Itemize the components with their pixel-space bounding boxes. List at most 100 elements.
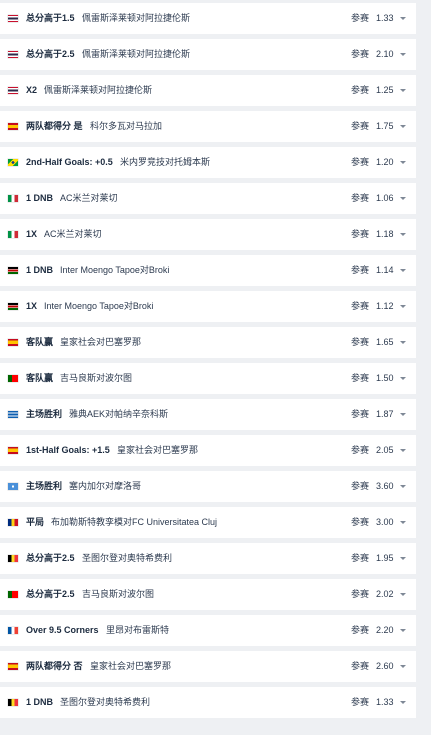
chevron-down-icon[interactable] xyxy=(400,125,406,128)
chevron-down-icon[interactable] xyxy=(400,161,406,164)
chevron-down-icon[interactable] xyxy=(400,629,406,632)
param-label: 参赛 xyxy=(351,553,370,563)
bet-type: 总分高于2.5 xyxy=(26,589,75,599)
param-label: 参赛 xyxy=(351,373,370,383)
odds-value[interactable]: 1.33 xyxy=(376,3,394,34)
param-label: 参赛 xyxy=(351,13,370,23)
odds-value[interactable]: 1.75 xyxy=(376,111,394,142)
match-name: 科尔多瓦对马拉加 xyxy=(90,121,163,131)
bet-type: Over 9.5 Corners xyxy=(26,625,99,635)
bet-type: 两队都得分 是 xyxy=(26,121,83,131)
match-name: 雅典AEK对帕纳辛奈科斯 xyxy=(69,409,169,419)
odds-value[interactable]: 2.02 xyxy=(376,579,394,610)
chevron-down-icon[interactable] xyxy=(400,197,406,200)
param-label: 参赛 xyxy=(351,625,370,635)
param-label: 参赛 xyxy=(351,49,370,59)
match-name: 布加勒斯特教孪模对FC Universitatea Cluj xyxy=(51,517,218,527)
chevron-down-icon[interactable] xyxy=(400,341,406,344)
odds-value[interactable]: 1.33 xyxy=(376,687,394,718)
bet-row[interactable]: X2 佩雷斯泽莱顿对阿拉捷伦斯 参赛 1.25 xyxy=(0,75,416,106)
chevron-down-icon[interactable] xyxy=(400,449,406,452)
bet-type: 主场胜利 xyxy=(26,409,63,419)
bet-row[interactable]: 总分高于2.5 吉马良斯对波尔图 参赛 2.02 xyxy=(0,579,416,610)
bet-row[interactable]: 平局 布加勒斯特教孪模对FC Universitatea Cluj 参赛 3.00 xyxy=(0,507,416,538)
bet-row[interactable]: 1 DNB AC米兰对莱切 参赛 1.06 xyxy=(0,183,416,214)
param-label: 参赛 xyxy=(351,337,370,347)
chevron-down-icon[interactable] xyxy=(400,377,406,380)
bet-type: 平局 xyxy=(26,517,45,527)
odds-value[interactable]: 1.50 xyxy=(376,363,394,394)
bet-row[interactable]: 两队都得分 是科尔多瓦对马拉加 参赛 1.75 xyxy=(0,111,416,142)
chevron-down-icon[interactable] xyxy=(400,89,406,92)
chevron-down-icon[interactable] xyxy=(400,413,406,416)
spain-flag-icon xyxy=(8,663,18,670)
chevron-down-icon[interactable] xyxy=(400,233,406,236)
france-flag-icon xyxy=(8,627,18,634)
chevron-down-icon[interactable] xyxy=(400,557,406,560)
chevron-down-icon[interactable] xyxy=(400,665,406,668)
chevron-down-icon[interactable] xyxy=(400,269,406,272)
param-label: 参赛 xyxy=(351,265,370,275)
chevron-down-icon[interactable] xyxy=(400,521,406,524)
bet-type: 1X xyxy=(26,229,38,239)
portugal-flag-icon xyxy=(8,375,18,382)
bet-row[interactable]: 客队赢 吉马良斯对波尔图 参赛 1.50 xyxy=(0,363,416,394)
chevron-down-icon[interactable] xyxy=(400,485,406,488)
spain-flag-icon xyxy=(8,123,18,130)
odds-value[interactable]: 1.18 xyxy=(376,219,394,250)
bet-row[interactable]: 总分高于2.5 圣图尔登对奥特希费利 参赛 1.95 xyxy=(0,543,416,574)
bet-type: 主场胜利 xyxy=(26,481,63,491)
thailand-flag-icon xyxy=(8,51,18,58)
bet-type: 1 DNB xyxy=(26,193,54,203)
odds-value[interactable]: 1.20 xyxy=(376,147,394,178)
spain-flag-icon xyxy=(8,339,18,346)
odds-value[interactable]: 1.12 xyxy=(376,291,394,322)
bet-row[interactable]: 主场胜利 塞内加尔对摩洛哥 参赛 3.60 xyxy=(0,471,416,502)
bet-row[interactable]: 两队都得分 否皇家社会对巴塞罗那 参赛 2.60 xyxy=(0,651,416,682)
chevron-down-icon[interactable] xyxy=(400,593,406,596)
bet-row[interactable]: 总分高于2.5 佩雷斯泽莱顿对阿拉捷伦斯 参赛 2.10 xyxy=(0,39,416,70)
odds-value[interactable]: 1.14 xyxy=(376,255,394,286)
match-name: 佩雷斯泽莱顿对阿拉捷伦斯 xyxy=(82,49,191,59)
param-label: 参赛 xyxy=(351,409,370,419)
bet-type: 1 DNB xyxy=(26,697,54,707)
bet-row[interactable]: 1 DNB Inter Moengo Tapoe对Broki 参赛 1.14 xyxy=(0,255,416,286)
bet-row[interactable]: 1 DNB 圣图尔登对奥特希费利 参赛 1.33 xyxy=(0,687,416,718)
odds-value[interactable]: 2.60 xyxy=(376,651,394,682)
param-label: 参赛 xyxy=(351,301,370,311)
match-name: 里昂对布雷斯特 xyxy=(106,625,170,635)
match-name: 吉马良斯对波尔图 xyxy=(60,373,133,383)
match-name: 米内罗竞技对托姆本斯 xyxy=(120,157,211,167)
odds-value[interactable]: 2.10 xyxy=(376,39,394,70)
bet-row[interactable]: 主场胜利 雅典AEK对帕纳辛奈科斯 参赛 1.87 xyxy=(0,399,416,430)
odds-value[interactable]: 1.87 xyxy=(376,399,394,430)
chevron-down-icon[interactable] xyxy=(400,305,406,308)
bet-row[interactable]: 1X AC米兰对莱切 参赛 1.18 xyxy=(0,219,416,250)
odds-value[interactable]: 2.05 xyxy=(376,435,394,466)
odds-value[interactable]: 1.65 xyxy=(376,327,394,358)
chevron-down-icon[interactable] xyxy=(400,17,406,20)
odds-value[interactable]: 3.00 xyxy=(376,507,394,538)
bet-row[interactable]: 2nd-Half Goals: +0.5 米内罗竞技对托姆本斯 参赛 1.20 xyxy=(0,147,416,178)
belgium-flag-icon xyxy=(8,699,18,706)
match-name: 佩雷斯泽莱顿对阿拉捷伦斯 xyxy=(44,85,153,95)
chevron-down-icon[interactable] xyxy=(400,53,406,56)
param-label: 参赛 xyxy=(351,697,370,707)
brazil-flag-icon xyxy=(8,159,18,166)
param-label: 参赛 xyxy=(351,157,370,167)
bet-type: 客队赢 xyxy=(26,337,54,347)
bet-row[interactable]: Over 9.5 Corners 里昂对布雷斯特 参赛 2.20 xyxy=(0,615,416,646)
odds-value[interactable]: 1.95 xyxy=(376,543,394,574)
bet-row[interactable]: 1st-Half Goals: +1.5 皇家社会对巴塞罗那 参赛 2.05 xyxy=(0,435,416,466)
param-label: 参赛 xyxy=(351,121,370,131)
bet-row[interactable]: 1X Inter Moengo Tapoe对Broki 参赛 1.12 xyxy=(0,291,416,322)
odds-value[interactable]: 3.60 xyxy=(376,471,394,502)
portugal-flag-icon xyxy=(8,591,18,598)
odds-value[interactable]: 1.06 xyxy=(376,183,394,214)
odds-value[interactable]: 2.20 xyxy=(376,615,394,646)
bet-row[interactable]: 总分高于1.5 佩雷斯泽莱顿对阿拉捷伦斯 参赛 1.33 xyxy=(0,3,416,34)
match-name: Inter Moengo Tapoe对Broki xyxy=(44,301,154,311)
bet-row[interactable]: 客队赢 皇家社会对巴塞罗那 参赛 1.65 xyxy=(0,327,416,358)
chevron-down-icon[interactable] xyxy=(400,701,406,704)
odds-value[interactable]: 1.25 xyxy=(376,75,394,106)
